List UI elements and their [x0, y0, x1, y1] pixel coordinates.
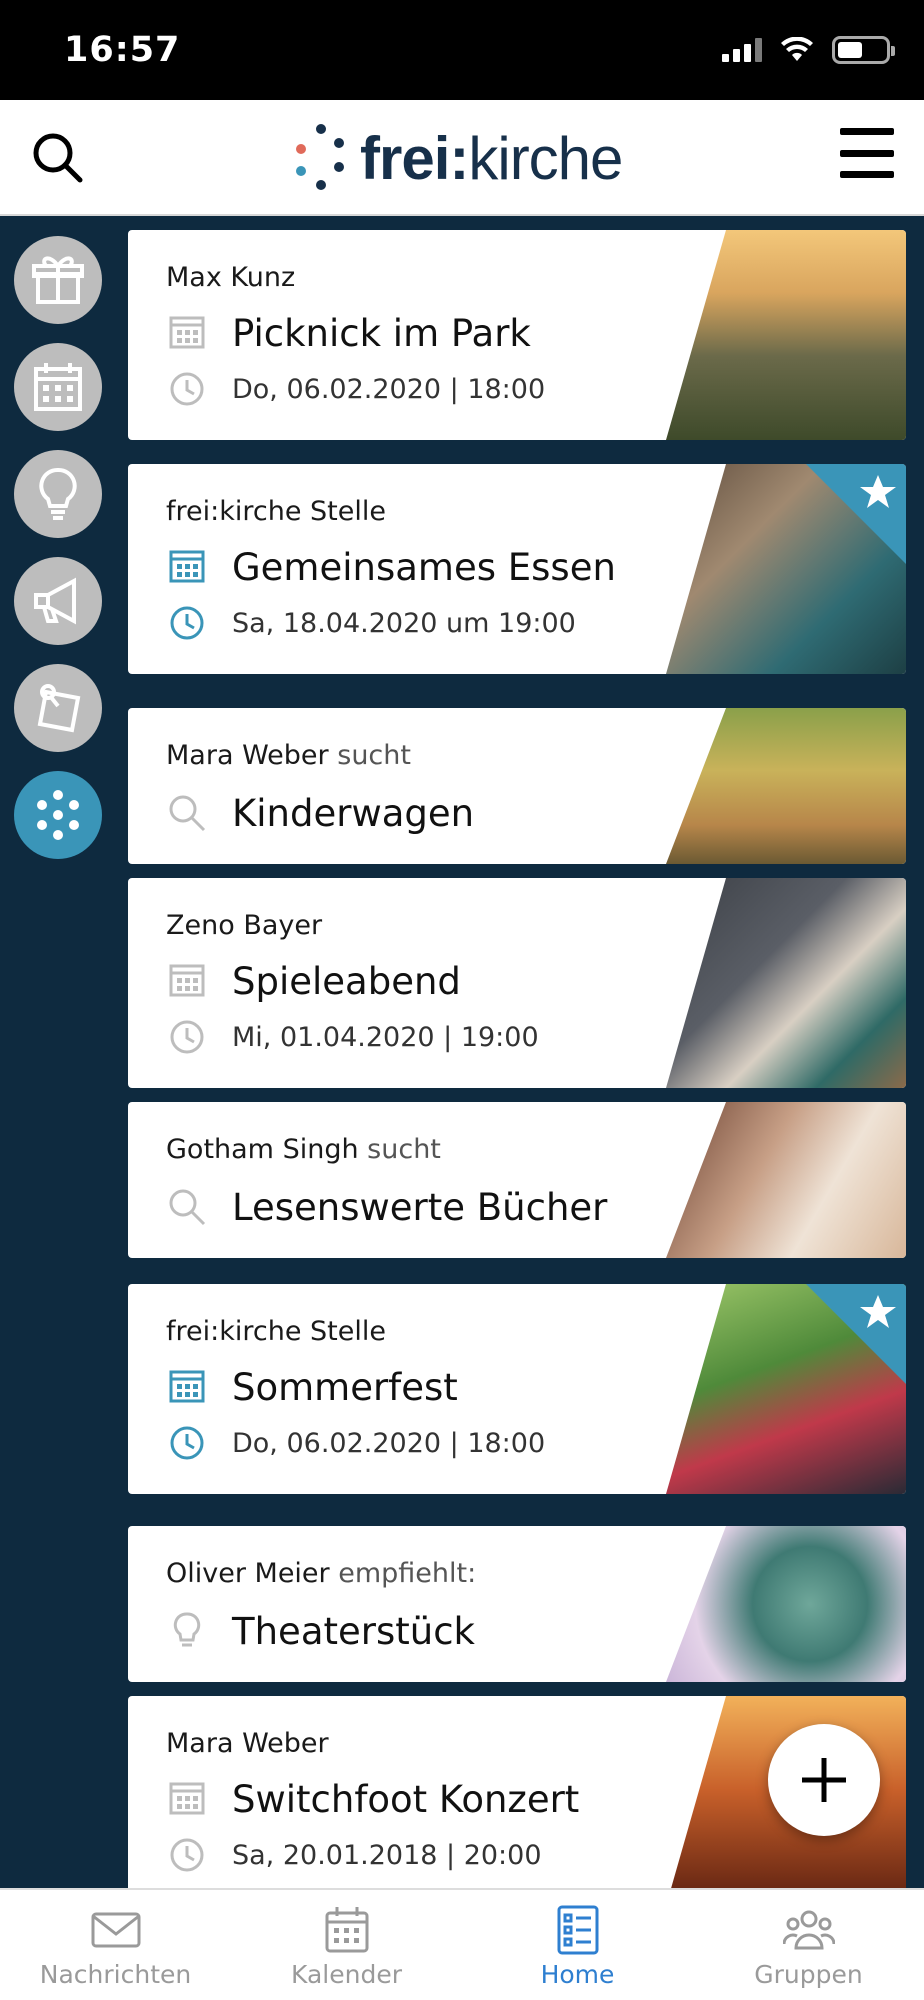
nav-item-nachrichten[interactable]: Nachrichten [0, 1890, 231, 2000]
card-author: Max Kunz [166, 262, 296, 293]
card-author: Zeno Bayer [166, 910, 323, 941]
nav-label: Home [540, 1960, 615, 1989]
list-icon [557, 1905, 599, 1955]
card-author: frei:kirche Stelle [166, 496, 386, 527]
star-icon [860, 1295, 896, 1328]
feed-card[interactable]: Max Kunz Picknick im Park Do, 06.02.2020… [128, 230, 906, 440]
status-time: 16:57 [64, 30, 181, 70]
card-title: Kinderwagen [232, 792, 475, 835]
dots-circle-icon [37, 790, 79, 840]
nav-item-home[interactable]: Home [462, 1890, 693, 2000]
feed-card[interactable]: frei:kirche Stelle Sommerfest Do, 06.02.… [128, 1284, 906, 1494]
battery-icon [832, 36, 895, 64]
home-feed: Max Kunz Picknick im Park Do, 06.02.2020… [128, 216, 906, 1888]
status-bar: 16:57 [0, 0, 924, 100]
card-author: Mara Weber [166, 1728, 329, 1759]
card-author: Oliver Meier empfiehlt: [166, 1558, 477, 1589]
card-date: Sa, 18.04.2020 um 19:00 [232, 608, 576, 639]
card-title: Theaterstück [232, 1610, 475, 1653]
nav-label: Nachrichten [39, 1960, 192, 1989]
rail-more-button[interactable] [14, 771, 102, 859]
card-title: Lesenswerte Bücher [232, 1186, 608, 1229]
calendar-icon [169, 316, 205, 349]
clock-icon [170, 1838, 204, 1872]
rail-announce-button[interactable] [14, 557, 102, 645]
clock-icon [170, 606, 204, 640]
search-icon [169, 795, 206, 832]
calendar-icon [169, 1782, 205, 1815]
card-image [666, 1526, 906, 1682]
feed-card[interactable]: Zeno Bayer Spieleabend Mi, 01.04.2020 | … [128, 878, 906, 1088]
card-image [666, 708, 906, 864]
group-icon [783, 1910, 835, 1950]
nav-label: Gruppen [754, 1960, 863, 1989]
rail-tip-button[interactable] [14, 450, 102, 538]
card-date: Sa, 20.01.2018 | 20:00 [232, 1840, 542, 1871]
note-pin-icon [37, 684, 81, 733]
feed-card[interactable]: Mara Weber sucht Kinderwagen [128, 708, 906, 864]
bottom-nav: Nachrichten Kalender Home Gruppen [0, 1888, 924, 2000]
clock-icon [170, 1020, 204, 1054]
lightbulb-icon [39, 468, 77, 520]
search-icon [169, 1189, 206, 1226]
wifi-icon [781, 37, 813, 61]
plus-icon [802, 1758, 846, 1802]
nav-item-gruppen[interactable]: Gruppen [693, 1890, 924, 2000]
clock-icon [170, 372, 204, 406]
rail-notes-button[interactable] [14, 664, 102, 752]
feed-card[interactable]: Gotham Singh sucht Lesenswerte Bücher [128, 1102, 906, 1258]
card-title: Picknick im Park [232, 312, 531, 355]
calendar-icon [169, 964, 205, 997]
card-image [666, 878, 906, 1088]
clock-icon [170, 1426, 204, 1460]
search-icon[interactable] [28, 128, 88, 188]
card-title: Spieleabend [232, 960, 461, 1003]
card-title: Switchfoot Konzert [232, 1778, 580, 1821]
card-date: Do, 06.02.2020 | 18:00 [232, 374, 546, 405]
app-logo[interactable]: frei:kirche [294, 122, 623, 194]
mail-icon [91, 1912, 141, 1948]
lightbulb-icon [173, 1612, 201, 1647]
megaphone-icon [34, 577, 76, 625]
signal-icon [722, 38, 762, 62]
card-author: Mara Weber sucht [166, 740, 411, 771]
card-title: Sommerfest [232, 1366, 458, 1409]
calendar-icon [325, 1907, 369, 1953]
nav-label: Kalender [291, 1960, 402, 1989]
card-image [666, 230, 906, 440]
logo-dots-icon [294, 122, 350, 194]
rail-gift-button[interactable] [14, 236, 102, 324]
nav-item-kalender[interactable]: Kalender [231, 1890, 462, 2000]
star-icon [860, 475, 896, 508]
status-icons [722, 36, 895, 64]
card-date: Mi, 01.04.2020 | 19:00 [232, 1022, 539, 1053]
card-date: Do, 06.02.2020 | 18:00 [232, 1428, 546, 1459]
feed-card[interactable]: frei:kirche Stelle Gemeinsames Essen Sa,… [128, 464, 906, 674]
calendar-icon [169, 550, 205, 583]
calendar-icon [169, 1370, 205, 1403]
hamburger-menu-icon[interactable] [838, 124, 896, 182]
rail-calendar-button[interactable] [14, 343, 102, 431]
logo-text: frei:kirche [360, 124, 623, 192]
card-author: frei:kirche Stelle [166, 1316, 386, 1347]
gift-icon [32, 256, 84, 304]
app-header: frei:kirche [0, 100, 924, 216]
calendar-icon [34, 363, 82, 411]
card-image [666, 1102, 906, 1258]
add-button[interactable] [768, 1724, 880, 1836]
card-title: Gemeinsames Essen [232, 546, 616, 589]
feed-card[interactable]: Oliver Meier empfiehlt: Theaterstück [128, 1526, 906, 1682]
card-author: Gotham Singh sucht [166, 1134, 441, 1165]
